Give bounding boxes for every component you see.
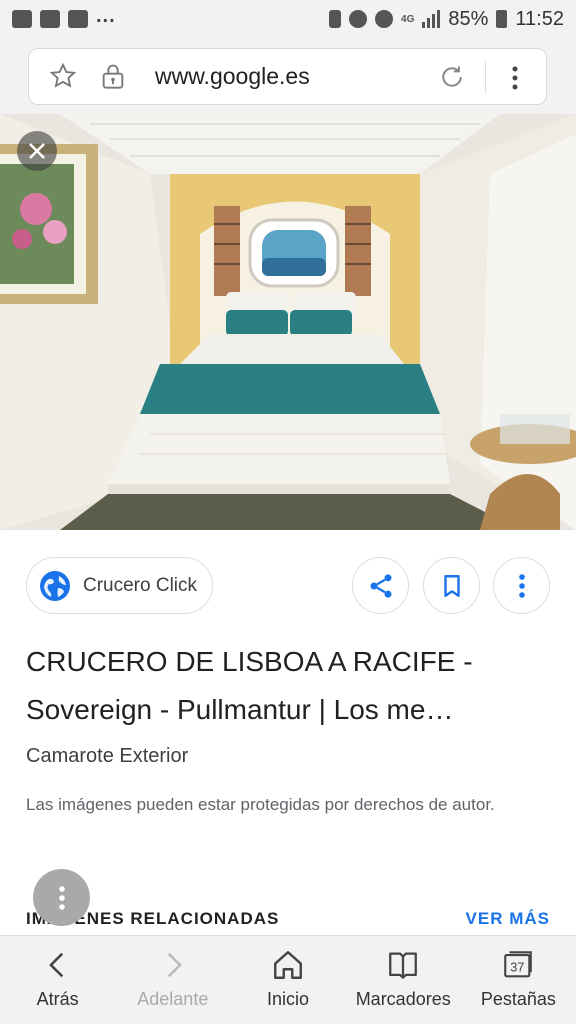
more-notifications: ...: [96, 4, 116, 27]
result-subtitle: Camarote Exterior: [26, 745, 189, 767]
message-icon: [68, 10, 88, 28]
share-button[interactable]: [352, 557, 409, 614]
battery-percent: 85%: [448, 7, 489, 30]
result-image[interactable]: [0, 114, 576, 530]
tab-count: 37: [511, 959, 525, 974]
menu-icon[interactable]: [505, 63, 525, 93]
nav-forward[interactable]: Adelante: [115, 936, 230, 1024]
browser-toolbar: www.google.es: [0, 38, 576, 114]
floating-menu-button[interactable]: [33, 869, 90, 926]
nav-tabs[interactable]: 37 Pestañas: [461, 936, 576, 1024]
network-type: 4G: [401, 13, 415, 25]
address-bar[interactable]: www.google.es: [28, 48, 547, 105]
smile-icon: [40, 10, 60, 28]
bookmark-icon: [443, 574, 460, 597]
close-button[interactable]: [17, 131, 57, 171]
nav-tabs-label: Pestañas: [480, 989, 556, 1009]
source-name: Crucero Click: [83, 574, 198, 596]
nav-back-label: Atrás: [36, 989, 79, 1009]
gallery-icon: [12, 10, 32, 28]
lock-icon[interactable]: [99, 62, 127, 90]
bookmark-star-icon[interactable]: [49, 62, 77, 90]
close-icon: [29, 143, 45, 159]
globe-icon: [40, 570, 70, 601]
alarm-icon: [375, 10, 394, 28]
save-button[interactable]: [423, 557, 480, 614]
nav-home-label: Inicio: [266, 989, 310, 1009]
more-vert-icon: [58, 885, 65, 910]
source-chip[interactable]: Crucero Click: [26, 557, 213, 614]
divider: [485, 61, 486, 93]
reload-icon[interactable]: [437, 62, 467, 92]
home-icon: [274, 951, 302, 979]
battery-icon: [496, 10, 508, 28]
url-text[interactable]: www.google.es: [155, 63, 310, 90]
nav-home[interactable]: Inicio: [230, 936, 345, 1024]
nav-bookmarks[interactable]: Marcadores: [346, 936, 461, 1024]
status-bar: ... 4G 85% 11:52: [0, 0, 576, 38]
more-options-button[interactable]: [493, 557, 550, 614]
book-icon: [389, 952, 418, 979]
tabs-icon: 37: [504, 951, 533, 978]
chevron-right-icon: [167, 952, 182, 978]
clock: 11:52: [515, 7, 564, 30]
nav-bookmarks-label: Marcadores: [355, 989, 451, 1009]
share-icon: [370, 573, 391, 598]
chevron-left-icon: [48, 952, 63, 978]
battery-saver-icon: [329, 10, 342, 28]
bottom-navigation: Atrás Adelante Inicio Marcadores 37 Pest…: [0, 935, 576, 1024]
see-more-link[interactable]: VER MÁS: [466, 909, 550, 929]
result-title[interactable]: CRUCERO DE LISBOA A RACIFE - Sovereign -…: [26, 638, 556, 734]
nav-back[interactable]: Atrás: [0, 936, 115, 1024]
data-saver-icon: [349, 10, 368, 28]
nav-forward-label: Adelante: [137, 989, 209, 1009]
more-vert-icon: [518, 573, 525, 598]
copyright-notice: Las imágenes pueden estar protegidas por…: [26, 795, 495, 814]
signal-icon: [422, 10, 441, 28]
